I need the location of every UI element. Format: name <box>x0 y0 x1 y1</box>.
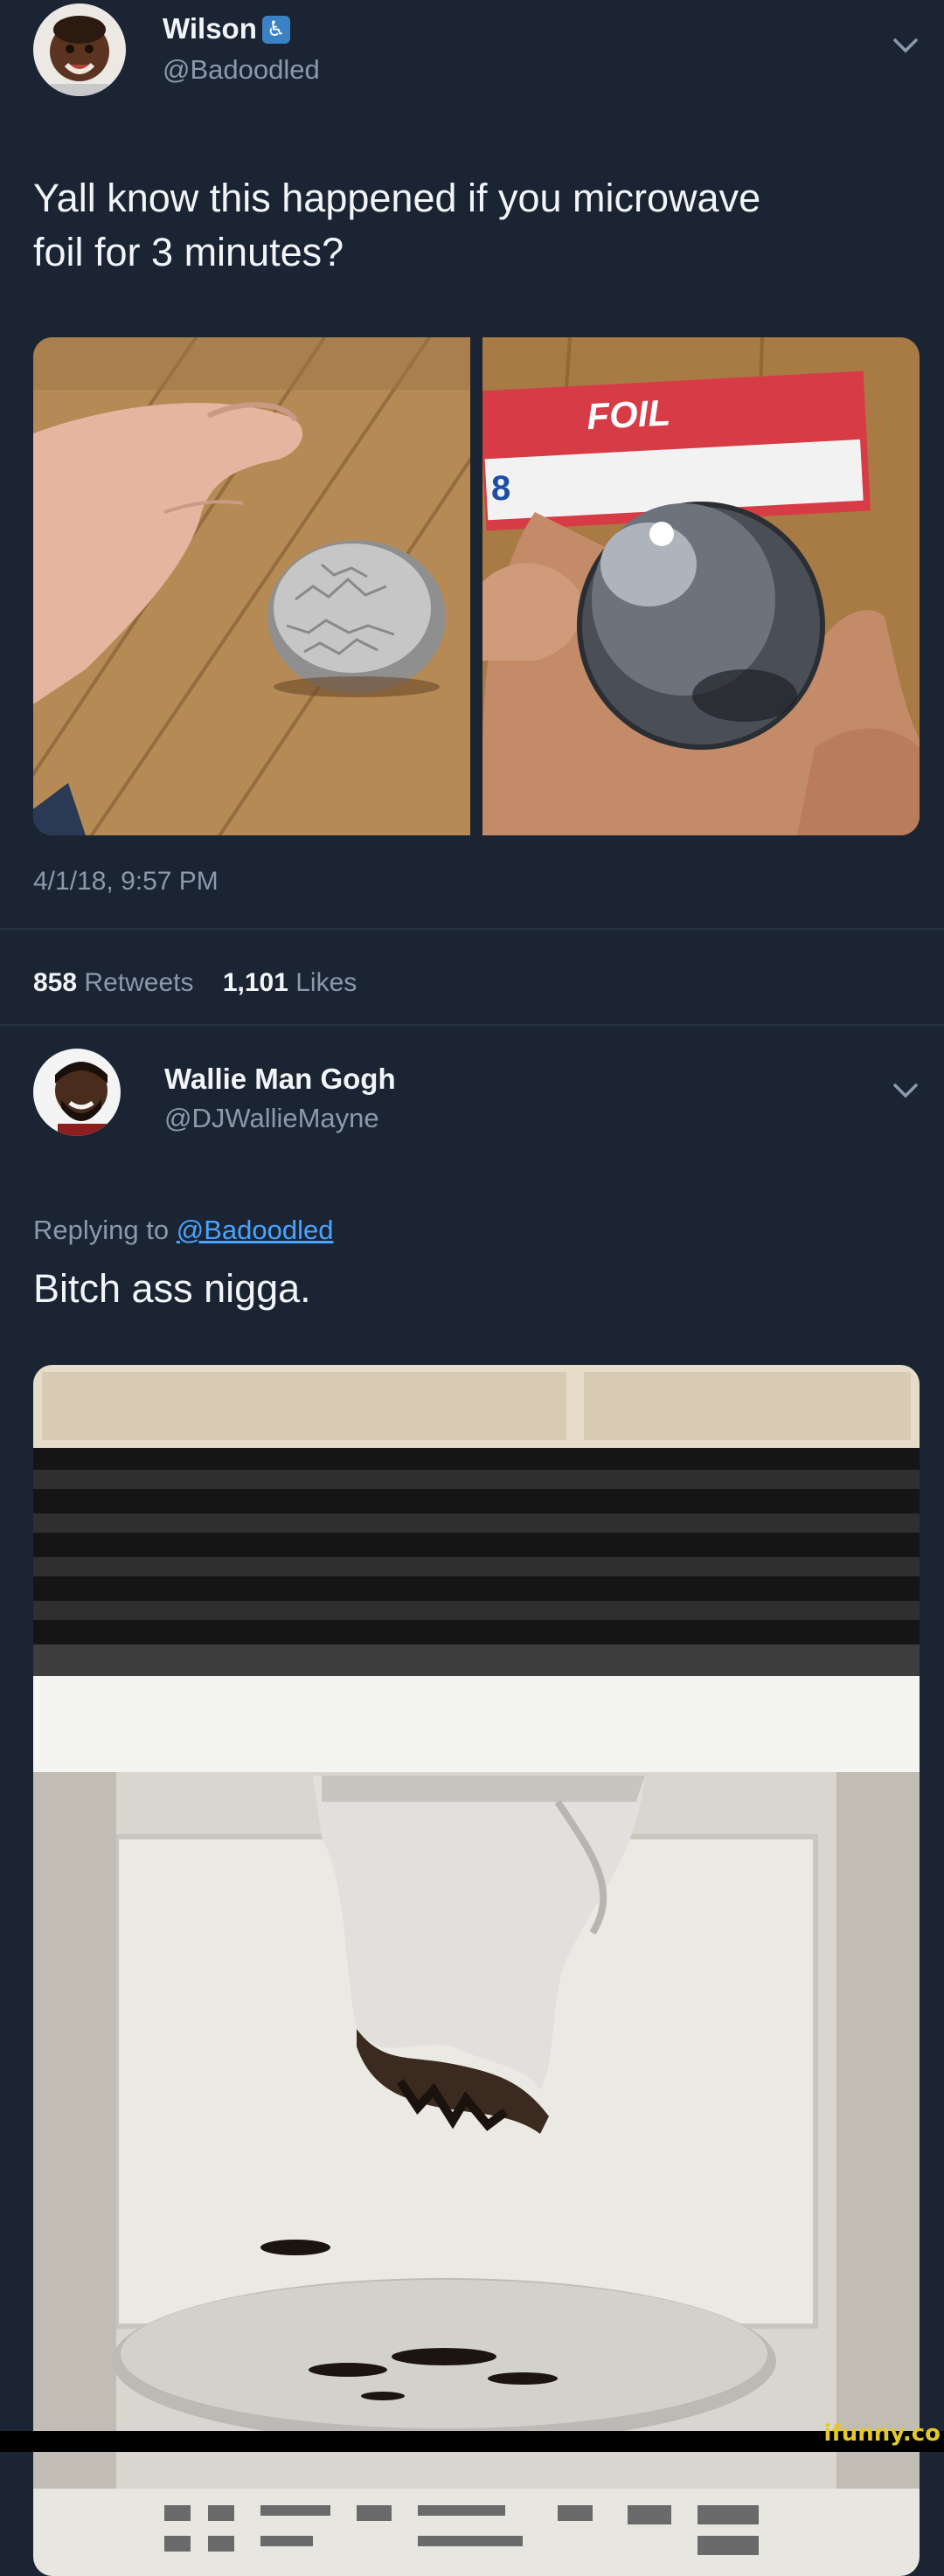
chevron-down-icon[interactable] <box>888 28 923 63</box>
tweet-text: Yall know this happened if you microwave… <box>33 176 761 274</box>
author-name[interactable]: Wallie Man Gogh <box>164 1063 396 1096</box>
tweet-text: Bitch ass nigga. <box>33 1266 311 1311</box>
accessibility-badge-icon: ♿ <box>261 16 290 44</box>
svg-text:8: 8 <box>491 469 510 508</box>
divider <box>0 928 944 930</box>
replying-to-link[interactable]: @Badoodled <box>177 1215 334 1245</box>
author-name[interactable]: Wilson ♿ <box>163 12 290 45</box>
tweet-original: Wilson ♿ @Badoodled Yall know this happen… <box>0 0 944 1014</box>
watermark: ifunny.co <box>823 2420 941 2447</box>
tweet-stats: 858 Retweets 1,101 Likes <box>33 968 357 998</box>
tweet-timestamp[interactable]: 4/1/18, 9:57 PM <box>33 867 219 897</box>
photo-foil-crumpled[interactable] <box>33 337 470 835</box>
author-handle[interactable]: @Badoodled <box>163 54 320 86</box>
likes-stat[interactable]: 1,101 Likes <box>223 968 357 997</box>
retweets-stat[interactable]: 858 Retweets <box>33 968 193 997</box>
photo-melted-microwave[interactable] <box>33 1365 920 2576</box>
avatar-wilson[interactable] <box>33 3 126 96</box>
footer-bar <box>0 2431 944 2452</box>
replying-to: Replying to @Badoodled <box>33 1215 334 1245</box>
tweet-reply: Wallie Man Gogh @DJWallieMayne Replying … <box>0 1024 944 2576</box>
photo-foil-sphere[interactable]: FOIL 8 <box>482 337 920 835</box>
avatar-wallie[interactable] <box>33 1049 121 1136</box>
foil-box-label: FOIL <box>586 391 671 437</box>
chevron-down-icon[interactable] <box>888 1073 923 1108</box>
author-handle[interactable]: @DJWallieMayne <box>164 1103 379 1134</box>
